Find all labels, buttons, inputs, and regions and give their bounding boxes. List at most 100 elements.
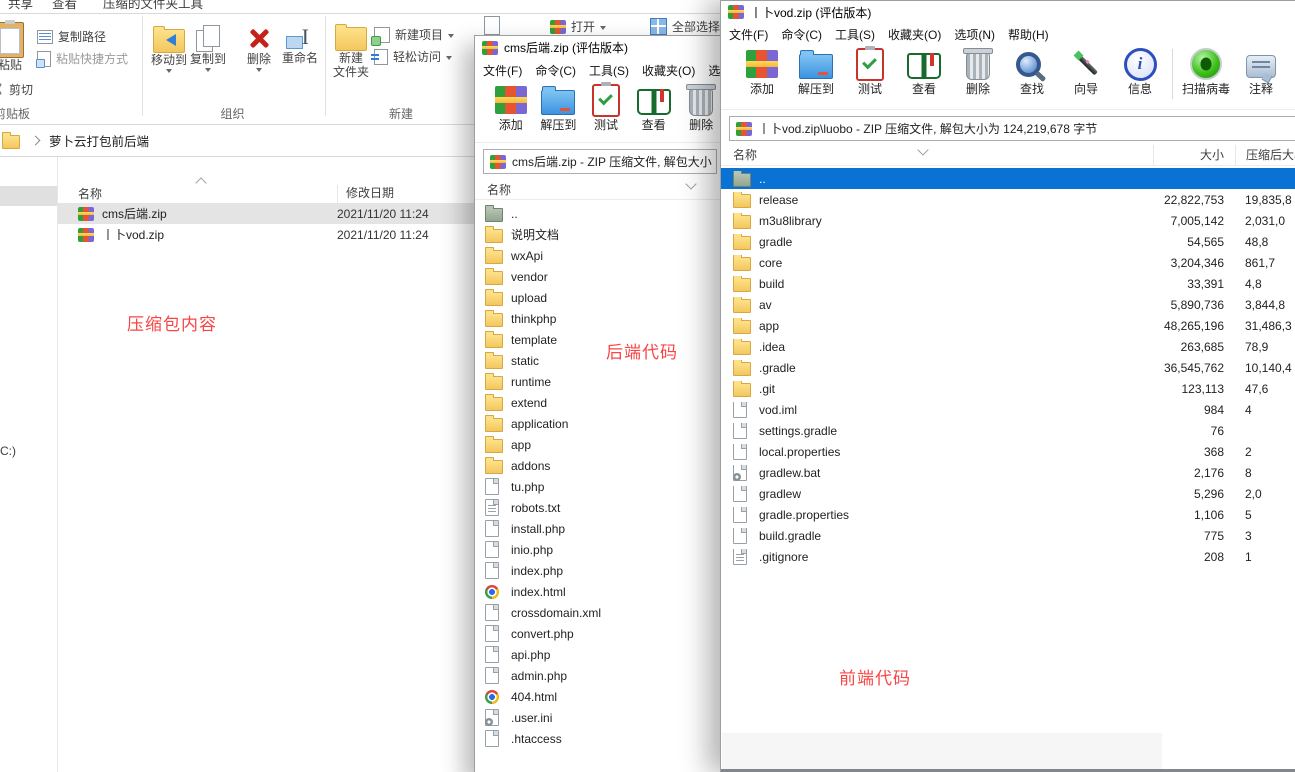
- breadcrumb-path[interactable]: 萝卜云打包前后端: [49, 131, 149, 150]
- archive-row[interactable]: app 48,265,196 31,486,3: [721, 315, 1295, 336]
- archive-row[interactable]: api.php: [475, 644, 725, 665]
- archive-row[interactable]: install.php: [475, 518, 725, 539]
- paste-shortcut-button[interactable]: 粘贴快捷方式: [37, 50, 128, 67]
- toolbar-button[interactable]: 解压到: [789, 46, 843, 96]
- archive-row[interactable]: index.html: [475, 581, 725, 602]
- archive-row[interactable]: m3u8library 7,005,142 2,031,0: [721, 210, 1295, 231]
- toolbar-button[interactable]: 扫描病毒: [1178, 46, 1234, 96]
- column-name[interactable]: 名称: [721, 145, 1153, 165]
- menu-item[interactable]: 工具(S): [835, 26, 875, 43]
- archive-row[interactable]: local.properties 368 2: [721, 441, 1295, 462]
- archive-row[interactable]: static: [475, 350, 725, 371]
- archive-row[interactable]: application: [475, 413, 725, 434]
- address-bar[interactable]: 丨卜vod.zip\luobo - ZIP 压缩文件, 解包大小为 124,21…: [729, 116, 1295, 141]
- archive-row[interactable]: runtime: [475, 371, 725, 392]
- archive-row[interactable]: settings.gradle 76: [721, 420, 1295, 441]
- archive-row[interactable]: core 3,204,346 861,7: [721, 252, 1295, 273]
- sort-ascending-icon[interactable]: [195, 177, 206, 188]
- archive-row[interactable]: inio.php: [475, 539, 725, 560]
- rename-button[interactable]: 重命名: [276, 22, 324, 65]
- toolbar-button[interactable]: 删除: [951, 46, 1005, 96]
- menu-item[interactable]: 帮助(H): [1008, 26, 1049, 43]
- select-all-button[interactable]: 全部选择: [650, 18, 720, 35]
- address-bar[interactable]: cms后端.zip - ZIP 压缩文件, 解包大小: [483, 149, 717, 174]
- toolbar-button[interactable]: 添加: [487, 82, 535, 132]
- archive-row[interactable]: ..: [721, 168, 1295, 189]
- archive-row[interactable]: .htaccess: [475, 728, 725, 749]
- toolbar-button[interactable]: 信息: [1113, 46, 1167, 96]
- toolbar-button[interactable]: 测试: [582, 82, 630, 132]
- tab-compressed-tools[interactable]: 压缩的文件夹工具: [103, 0, 203, 12]
- archive-row[interactable]: 说明文档: [475, 224, 725, 245]
- archive-row[interactable]: gradle.properties 1,106 5: [721, 504, 1295, 525]
- archive-row[interactable]: admin.php: [475, 665, 725, 686]
- archive-row[interactable]: tu.php: [475, 476, 725, 497]
- toolbar-button[interactable]: 删除: [677, 82, 725, 132]
- menu-item[interactable]: 收藏夹(O): [642, 62, 695, 79]
- new-item-button[interactable]: 新建项目: [374, 26, 454, 43]
- archive-row[interactable]: ..: [475, 203, 725, 224]
- archive-row[interactable]: .idea 263,685 78,9: [721, 336, 1295, 357]
- archive-row[interactable]: build 33,391 4,8: [721, 273, 1295, 294]
- archive-row[interactable]: av 5,890,736 3,844,8: [721, 294, 1295, 315]
- sort-descending-icon[interactable]: [685, 178, 696, 189]
- menu-item[interactable]: 选项(N): [954, 26, 995, 43]
- archive-row[interactable]: crossdomain.xml: [475, 602, 725, 623]
- easy-access-button[interactable]: 轻松访问: [374, 48, 452, 65]
- nav-drive-label[interactable]: C:): [0, 444, 16, 458]
- column-size[interactable]: 大小: [1153, 145, 1235, 165]
- menu-item[interactable]: 命令(C): [781, 26, 822, 43]
- archive-row[interactable]: addons: [475, 455, 725, 476]
- archive-row[interactable]: app: [475, 434, 725, 455]
- nav-selected-item[interactable]: [0, 186, 57, 206]
- title-bar[interactable]: cms后端.zip (评估版本): [475, 36, 725, 59]
- column-date[interactable]: 修改日期: [337, 185, 394, 203]
- archive-row[interactable]: wxApi: [475, 245, 725, 266]
- archive-row[interactable]: .gitignore 208 1: [721, 546, 1295, 567]
- open-button[interactable]: 打开: [550, 18, 606, 35]
- menu-item[interactable]: 工具(S): [589, 62, 629, 79]
- toolbar-button[interactable]: 测试: [843, 46, 897, 96]
- archive-row[interactable]: release 22,822,753 19,835,8: [721, 189, 1295, 210]
- archive-row[interactable]: upload: [475, 287, 725, 308]
- archive-row[interactable]: vod.iml 984 4: [721, 399, 1295, 420]
- archive-add-icon: [746, 50, 778, 78]
- archive-row[interactable]: build.gradle 775 3: [721, 525, 1295, 546]
- title-bar[interactable]: 丨卜vod.zip (评估版本): [721, 1, 1295, 23]
- archive-row[interactable]: extend: [475, 392, 725, 413]
- toolbar-button[interactable]: 查看: [630, 82, 678, 132]
- archive-row[interactable]: .user.ini: [475, 707, 725, 728]
- toolbar-button[interactable]: 添加: [735, 46, 789, 96]
- archive-row[interactable]: 404.html: [475, 686, 725, 707]
- archive-row[interactable]: index.php: [475, 560, 725, 581]
- tab-share[interactable]: 共享: [8, 0, 33, 12]
- toolbar-button[interactable]: 注释: [1234, 46, 1288, 96]
- archive-row[interactable]: thinkphp: [475, 308, 725, 329]
- archive-row[interactable]: .gradle 36,545,762 10,140,4: [721, 357, 1295, 378]
- archive-row[interactable]: template: [475, 329, 725, 350]
- toolbar-button[interactable]: 解压到: [535, 82, 583, 132]
- archive-row[interactable]: gradlew.bat 2,176 8: [721, 462, 1295, 483]
- copy-to-button[interactable]: 复制到: [185, 22, 231, 72]
- archive-row[interactable]: .git 123,113 47,6: [721, 378, 1295, 399]
- toolbar-button[interactable]: 向导: [1059, 46, 1113, 96]
- archive-row[interactable]: convert.php: [475, 623, 725, 644]
- archive-row[interactable]: vendor: [475, 266, 725, 287]
- cut-button[interactable]: 剪切: [0, 81, 33, 98]
- menu-item[interactable]: 文件(F): [729, 26, 768, 43]
- archive-row[interactable]: gradle 54,565 48,8: [721, 231, 1295, 252]
- column-name[interactable]: 名称: [78, 185, 102, 202]
- toolbar-button[interactable]: 查看: [897, 46, 951, 96]
- column-name[interactable]: 名称: [487, 181, 511, 198]
- archive-row[interactable]: robots.txt: [475, 497, 725, 518]
- tab-view[interactable]: 查看: [52, 0, 77, 12]
- column-packed-size[interactable]: 压缩后大小: [1235, 145, 1295, 165]
- menu-item[interactable]: 收藏夹(O): [888, 26, 941, 43]
- copy-path-button[interactable]: 复制路径: [37, 28, 106, 45]
- paste-button[interactable]: 粘贴: [0, 22, 34, 72]
- toolbar-button[interactable]: 查找: [1005, 46, 1059, 96]
- menu-item[interactable]: 命令(C): [535, 62, 576, 79]
- menu-item[interactable]: 文件(F): [483, 62, 522, 79]
- archive-row[interactable]: gradlew 5,296 2,0: [721, 483, 1295, 504]
- new-folder-button[interactable]: 新建 文件夹: [327, 22, 375, 79]
